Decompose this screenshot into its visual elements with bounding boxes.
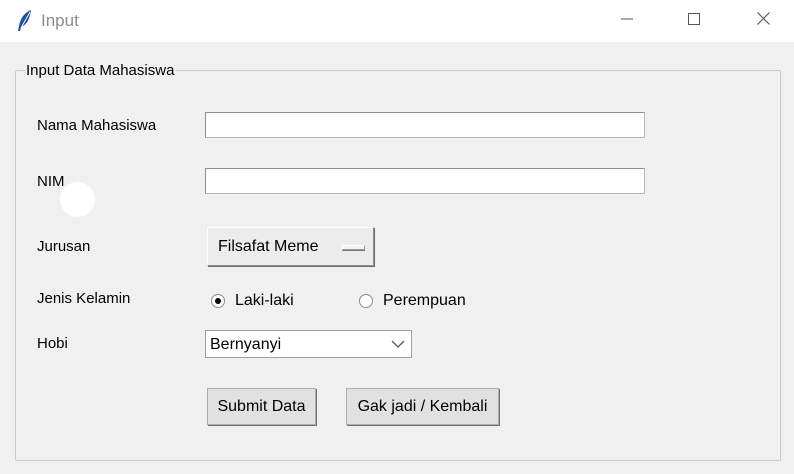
minimize-button[interactable] xyxy=(604,6,650,36)
mouse-cursor-highlight xyxy=(60,182,95,217)
radio-label: Perempuan xyxy=(383,292,466,309)
nim-field[interactable] xyxy=(205,168,645,194)
jurusan-selected: Filsafat Meme xyxy=(218,238,319,255)
hobi-label: Hobi xyxy=(37,335,68,352)
radio-perempuan[interactable]: Perempuan xyxy=(359,292,466,310)
window-title: Input xyxy=(41,11,79,30)
radio-laki-laki[interactable]: Laki-laki xyxy=(211,292,294,310)
feather-icon xyxy=(16,9,34,33)
nama-label: Nama Mahasiswa xyxy=(37,117,157,134)
radio-unselected-icon xyxy=(359,294,373,308)
hobi-selected: Bernyanyi xyxy=(210,336,282,353)
close-icon xyxy=(756,12,770,30)
jenis-kelamin-label: Jenis Kelamin xyxy=(37,290,131,307)
nama-field[interactable] xyxy=(205,112,645,138)
jurusan-label: Jurusan xyxy=(37,238,91,255)
nim-label: NIM xyxy=(37,173,65,190)
radio-selected-icon xyxy=(211,294,225,308)
jurusan-optionmenu[interactable]: Filsafat Meme xyxy=(207,227,374,266)
title-bar: Input xyxy=(0,0,794,42)
maximize-icon xyxy=(688,12,700,30)
close-button[interactable] xyxy=(740,6,786,36)
minimize-icon xyxy=(621,12,633,30)
back-button[interactable]: Gak jadi / Kembali xyxy=(346,388,499,425)
chevron-down-icon[interactable] xyxy=(386,332,410,356)
maximize-button[interactable] xyxy=(671,6,717,36)
submit-button[interactable]: Submit Data xyxy=(207,388,316,425)
group-title: Input Data Mahasiswa xyxy=(25,62,176,80)
optionmenu-indicator-icon xyxy=(342,245,365,250)
hobi-combobox[interactable]: Bernyanyi xyxy=(205,330,412,358)
radio-label: Laki-laki xyxy=(235,292,294,309)
